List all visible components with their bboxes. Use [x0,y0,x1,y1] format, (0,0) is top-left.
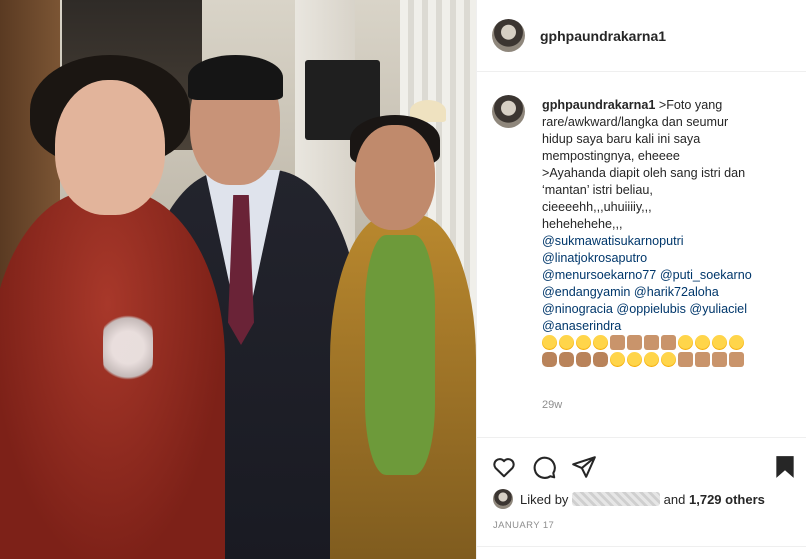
likes-prefix: Liked by [520,492,569,507]
folded-hands-icon [576,352,591,367]
caption-line: @ninogracia @oppielubis @yuliaciel [542,301,797,318]
grinning-face-icon [542,335,557,350]
folded-hands-icon [593,352,608,367]
caption-username[interactable]: gphpaundrakarna1 [542,98,655,112]
caption-line: @linatjokrosaputro [542,250,797,267]
mention-link[interactable]: @endangyamin [542,285,630,299]
mention-link[interactable]: @ninogracia [542,302,613,316]
grinning-face-icon [593,335,608,350]
grinning-face-icon [644,352,659,367]
mention-link[interactable]: @yuliaciel [689,302,747,316]
author-avatar[interactable] [492,19,525,52]
thumbs-up-icon [695,352,710,367]
caption-timestamp[interactable]: 29w [542,399,562,411]
post-photo[interactable] [0,0,476,559]
thumbs-up-icon [627,335,642,350]
post-header: gphpaundrakarna1 [477,0,806,72]
post-side-panel: gphpaundrakarna1 gphpaundrakarna1 >Foto … [476,0,806,559]
caption-line: hehehehehe,,, [542,217,623,231]
caption-line: @menursoekarno77 @puti_soekarno [542,267,797,284]
paper-plane-icon[interactable] [571,454,597,480]
grinning-face-icon [678,335,693,350]
likes-count-link[interactable]: 1,729 others [689,492,765,507]
thumbs-up-icon [712,352,727,367]
likes-text: Liked by and 1,729 others [520,492,765,507]
thumbs-up-icon [729,352,744,367]
caption-line: mempostingnya, eheeee [542,149,680,163]
photo-brooch [103,300,153,395]
grinning-face-icon [712,335,727,350]
thumbs-up-icon [610,335,625,350]
likes-suffix: and [663,492,686,507]
caption-line: @anaserindra [542,318,797,335]
folded-hands-icon [542,352,557,367]
caption-line: >Ayahanda diapit oleh sang istri dan [542,166,746,180]
emoji-row [542,335,797,352]
mention-link[interactable]: @menursoekarno77 [542,268,656,282]
caption-line: @sukmawatisukarnoputri [542,233,797,250]
mention-link[interactable]: @oppielubis [616,302,686,316]
thumbs-up-icon [678,352,693,367]
emoji-row [542,352,797,369]
comment-input-area[interactable] [477,546,806,559]
grinning-face-icon [559,335,574,350]
mention-link[interactable]: @linatjokrosaputro [542,251,647,265]
likes-summary: Liked by and 1,729 others [493,489,803,511]
grinning-face-icon [661,352,676,367]
liker-avatar[interactable] [493,489,513,509]
thumbs-up-icon [661,335,676,350]
grinning-face-icon [729,335,744,350]
caption-text: gphpaundrakarna1 >Foto yang rare/awkward… [542,97,797,369]
caption-line: ‘mantan’ istri beliau, [542,183,653,197]
mention-link[interactable]: @sukmawatisukarnoputri [542,234,684,248]
caption-text-line: >Foto yang [658,98,723,112]
author-username[interactable]: gphpaundrakarna1 [540,28,666,44]
caption-line: gphpaundrakarna1 >Foto yang [542,97,797,114]
photo-person-woman-right-blouse [365,235,435,475]
post-date[interactable]: JANUARY 17 [493,520,554,531]
mention-link[interactable]: @puti_soekarno [660,268,752,282]
post-caption: gphpaundrakarna1 >Foto yang rare/awkward… [477,72,806,432]
caption-line: rare/awkward/langka dan seumur [542,115,729,129]
photo-person-woman-left-head [55,80,165,215]
photo-person-woman-right-head [355,125,435,230]
grinning-face-icon [627,352,642,367]
grinning-face-icon [695,335,710,350]
divider [477,437,806,438]
mention-link[interactable]: @harik72aloha [634,285,719,299]
photo-person-man-hair [188,55,283,100]
mention-link[interactable]: @anaserindra [542,319,621,333]
folded-hands-icon [559,352,574,367]
heart-icon[interactable] [491,454,517,480]
grinning-face-icon [576,335,591,350]
caption-line: cieeeehh,,,uhuiiiiy,,, [542,200,652,214]
thumbs-up-icon [644,335,659,350]
grinning-face-icon [610,352,625,367]
caption-line: @endangyamin @harik72aloha [542,284,797,301]
liker-username-redacted[interactable] [572,492,661,506]
bookmark-icon[interactable] [772,454,798,480]
caption-avatar[interactable] [492,95,525,128]
comment-icon[interactable] [531,454,557,480]
caption-line: hidup saya baru kali ini saya [542,132,701,146]
action-bar [477,448,806,488]
